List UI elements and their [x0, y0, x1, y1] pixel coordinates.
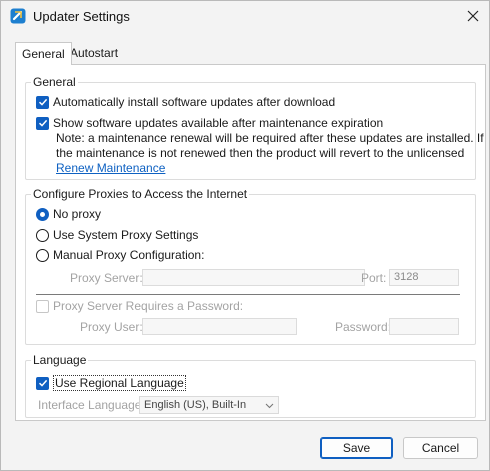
password-required-row: Proxy Server Requires a Password: — [36, 299, 243, 313]
show-expired-row: Show software updates available after ma… — [36, 116, 383, 130]
renew-maintenance-link[interactable]: Renew Maintenance — [56, 161, 165, 176]
window-title: Updater Settings — [33, 9, 130, 24]
chevron-down-icon — [265, 400, 274, 414]
port-field[interactable]: 3128 — [389, 269, 459, 286]
password-required-label[interactable]: Proxy Server Requires a Password: — [53, 299, 243, 313]
manual-proxy-row: Manual Proxy Configuration: — [36, 248, 204, 262]
auto-install-row: Automatically install software updates a… — [36, 95, 335, 109]
proxy-server-field[interactable] — [142, 269, 365, 286]
system-proxy-row: Use System Proxy Settings — [36, 228, 198, 242]
interface-language-label: Interface Language: — [38, 398, 145, 412]
title-bar: Updater Settings — [1, 1, 489, 32]
proxy-user-label: Proxy User: — [80, 320, 143, 334]
regional-language-row: Use Regional Language — [36, 375, 186, 391]
auto-install-label[interactable]: Automatically install software updates a… — [53, 95, 335, 109]
updater-settings-window: Updater Settings General Autostart Gener… — [0, 0, 490, 471]
interface-language-value: English (US), Built-In — [144, 399, 247, 411]
tab-general[interactable]: General — [15, 42, 72, 65]
general-group-label: General — [31, 75, 78, 89]
close-icon — [467, 10, 479, 25]
proxy-server-label: Proxy Server: — [70, 271, 143, 285]
show-expired-label[interactable]: Show software updates available after ma… — [53, 116, 383, 130]
checkmark-icon — [38, 98, 47, 106]
regional-language-label[interactable]: Use Regional Language — [53, 375, 186, 391]
password-field[interactable] — [389, 318, 459, 335]
password-required-checkbox[interactable] — [36, 299, 49, 313]
no-proxy-radio[interactable] — [36, 207, 49, 221]
language-group: Language Use Regional Language Interface… — [25, 353, 476, 418]
maintenance-note-line-1: Note: a maintenance renewal will be requ… — [56, 131, 484, 145]
regional-language-checkbox[interactable] — [36, 376, 49, 390]
tab-autostart[interactable]: Autostart — [64, 42, 124, 64]
no-proxy-label[interactable]: No proxy — [53, 207, 101, 221]
maintenance-note-line-2: the maintenance is not renewed then the … — [56, 146, 465, 160]
auto-install-checkbox[interactable] — [36, 95, 49, 109]
no-proxy-row: No proxy — [36, 207, 101, 221]
password-label: Password: — [335, 320, 392, 334]
general-group: General Automatically install software u… — [25, 75, 484, 180]
show-expired-checkbox[interactable] — [36, 116, 49, 130]
port-label: Port: — [361, 271, 387, 285]
checkmark-icon — [38, 119, 47, 127]
proxy-group-label: Configure Proxies to Access the Internet — [31, 187, 250, 201]
proxy-user-field[interactable] — [142, 318, 297, 335]
general-tab-panel: General Automatically install software u… — [15, 64, 486, 421]
system-proxy-label[interactable]: Use System Proxy Settings — [53, 228, 198, 242]
language-group-label: Language — [31, 353, 89, 367]
manual-proxy-label[interactable]: Manual Proxy Configuration: — [53, 248, 204, 262]
proxy-separator — [36, 294, 460, 295]
manual-proxy-radio[interactable] — [36, 248, 49, 262]
checkmark-icon — [38, 379, 47, 387]
proxy-group: Configure Proxies to Access the Internet… — [25, 187, 476, 345]
updater-app-icon — [10, 8, 26, 24]
cancel-button[interactable]: Cancel — [403, 437, 478, 459]
save-button[interactable]: Save — [320, 437, 393, 459]
close-button[interactable] — [457, 3, 489, 31]
interface-language-select[interactable]: English (US), Built-In — [139, 396, 279, 414]
system-proxy-radio[interactable] — [36, 228, 49, 242]
